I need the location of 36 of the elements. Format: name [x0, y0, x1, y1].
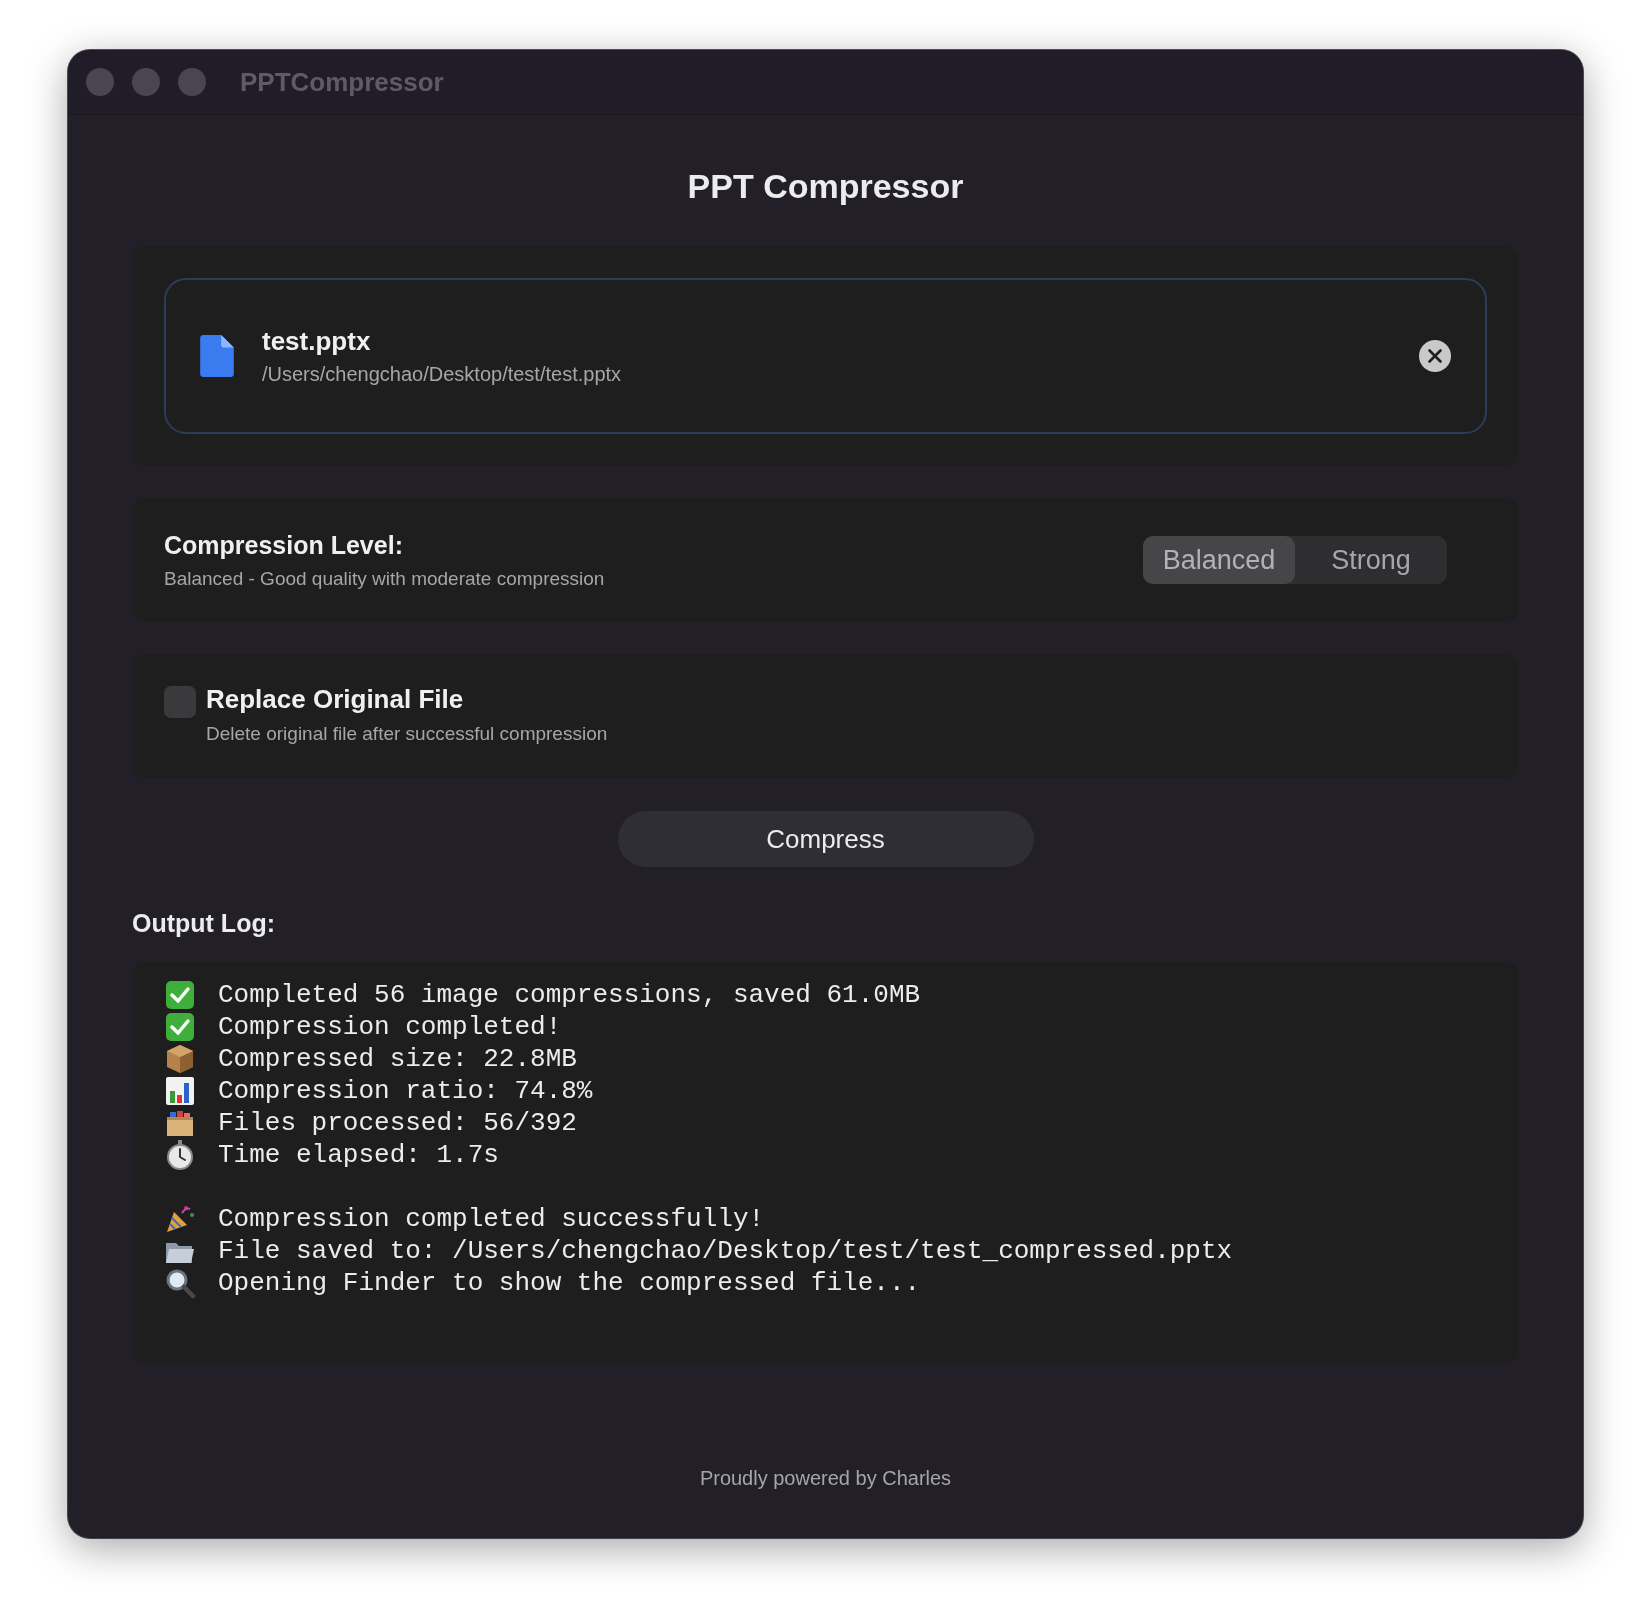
remove-file-icon[interactable] — [1419, 340, 1451, 372]
footer-credit: Proudly powered by Charles — [699, 1467, 952, 1490]
file-path: /Users/chengchao/Desktop/test/test.pptx — [262, 363, 622, 386]
log-line: Opening Finder to show the compressed file... — [218, 1268, 921, 1298]
segment-option[interactable]: Balanced — [1143, 536, 1295, 584]
compress-button[interactable]: Compress — [617, 811, 1034, 867]
party-popper-icon — [164, 1203, 196, 1235]
compression-level-description: Balanced - Good quality with moderate compression — [164, 567, 605, 590]
zoom-button[interactable] — [178, 68, 206, 96]
package-icon — [164, 1043, 196, 1075]
log-line: File saved to: /Users/chengchao/Desktop/test/test_compressed.pptx — [218, 1236, 1233, 1266]
document-icon — [200, 335, 234, 377]
log-line: Completed 56 image compressions, saved 61.0MB — [218, 980, 921, 1010]
checkbox[interactable] — [164, 686, 196, 718]
replace-label: Replace Original File — [206, 684, 464, 715]
file-name: test.pptx — [262, 326, 371, 357]
log-line: Compression completed! — [218, 1012, 562, 1042]
magnifier-icon — [164, 1267, 196, 1299]
close-button[interactable] — [86, 68, 114, 96]
output-log-label: Output Log: — [132, 909, 275, 938]
minimize-button[interactable] — [132, 68, 160, 96]
stopwatch-icon — [164, 1139, 196, 1171]
log-line: Compression ratio: 74.8% — [218, 1076, 593, 1106]
log-line: Time elapsed: 1.7s — [218, 1140, 499, 1170]
check-mark-icon — [164, 979, 196, 1011]
log-line: Files processed: 56/392 — [218, 1108, 577, 1138]
check-mark-icon — [164, 1011, 196, 1043]
log-line: Compressed size: 22.8MB — [218, 1044, 577, 1074]
log-line: Compression completed successfully! — [218, 1204, 765, 1234]
compression-level-label: Compression Level: — [164, 530, 403, 560]
replace-description: Delete original file after successful compression — [206, 723, 608, 745]
bar-chart-icon — [164, 1075, 196, 1107]
app-heading: PPT Compressor — [687, 167, 964, 206]
file-drop-zone[interactable]: test.pptx /Users/chengchao/Desktop/test/test.pptx — [164, 278, 1487, 434]
segment-option[interactable]: Strong — [1295, 536, 1447, 584]
window-title: PPTCompressor — [240, 66, 444, 98]
